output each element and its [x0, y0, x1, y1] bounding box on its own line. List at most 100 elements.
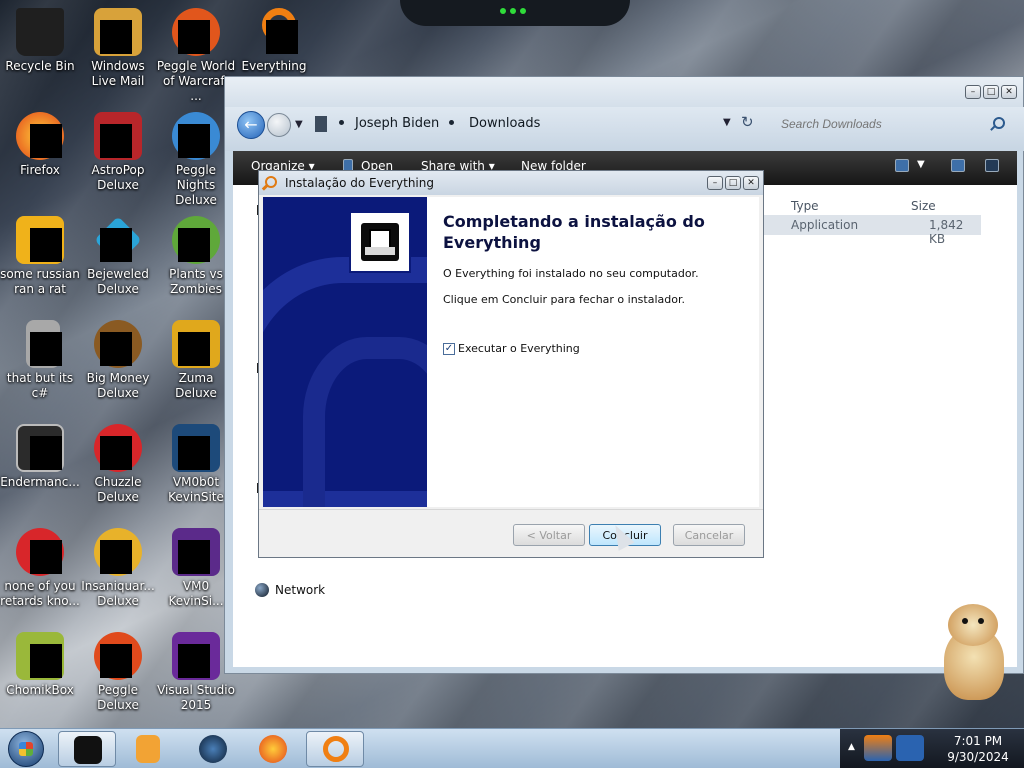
view-dropdown-icon[interactable]: ▼: [917, 159, 925, 170]
desktop-icon-endermanc[interactable]: Endermanc...: [0, 424, 80, 490]
desktop-icon-label: Recycle Bin: [5, 59, 75, 73]
minimize-button[interactable]: –: [707, 176, 723, 190]
close-button[interactable]: ✕: [1001, 85, 1017, 99]
desktop-icon-label: Peggle Deluxe: [97, 683, 139, 712]
preview-pane-icon[interactable]: [951, 159, 965, 172]
taskbar-item-network[interactable]: [184, 731, 242, 767]
window-controls: – □ ✕: [707, 176, 759, 190]
desktop-icon-label: Bejeweled Deluxe: [87, 267, 149, 296]
everything-magnifier-icon: [265, 176, 277, 188]
desktop-icon-label: that but its c#: [6, 371, 74, 400]
refresh-icon[interactable]: ↻: [741, 113, 754, 131]
copy-icon: [16, 320, 64, 368]
file-size: 1,842 KB: [929, 218, 964, 246]
desktop-icon-windows-live-mail[interactable]: Windows Live Mail: [78, 8, 158, 89]
hamster-gadget[interactable]: [938, 604, 1010, 700]
view-icon[interactable]: [895, 159, 909, 172]
desktop-icon-firefox[interactable]: Firefox: [0, 112, 80, 178]
column-header-type[interactable]: Type: [791, 199, 819, 213]
setup-title-bar[interactable]: Instalação do Everything – □ ✕: [259, 171, 763, 195]
desktop-icon-bejeweled[interactable]: Bejeweled Deluxe: [78, 216, 158, 297]
desktop-icon-label: some russian ran a rat: [0, 267, 80, 296]
minimize-button[interactable]: –: [965, 85, 981, 99]
search-icon[interactable]: [993, 117, 1005, 129]
help-icon[interactable]: [985, 159, 999, 172]
desktop-icon-some-russian[interactable]: some russian ran a rat: [0, 216, 80, 297]
maximize-button[interactable]: □: [725, 176, 741, 190]
desktop-icon-chuzzle[interactable]: Chuzzle Deluxe: [78, 424, 158, 505]
console-icon: [16, 424, 64, 472]
desktop-icon-none-of-you[interactable]: none of you retards kno...: [0, 528, 80, 609]
maximize-button[interactable]: □: [983, 85, 999, 99]
clock[interactable]: 7:01 PM 9/30/2024: [936, 733, 1020, 765]
breadcrumb-downloads[interactable]: Downloads: [469, 116, 540, 131]
desktop-icon-label: Windows Live Mail: [91, 59, 145, 88]
monitor-icon: [172, 424, 220, 472]
desktop-icon-label: Visual Studio 2015: [157, 683, 235, 712]
led-icon: [510, 8, 516, 14]
desktop-icon-label: Chuzzle Deluxe: [94, 475, 142, 504]
windows-logo-icon: [19, 742, 33, 756]
zuma-icon: [172, 320, 220, 368]
peggle-icon: [172, 8, 220, 56]
column-header-size[interactable]: Size: [911, 199, 936, 213]
firefox-icon: [16, 112, 64, 160]
address-bar: ← ▼ Joseph Biden Downloads ▼ ↻: [225, 107, 1024, 151]
checkbox-check-icon[interactable]: ✓: [443, 343, 455, 355]
taskbar-item-player[interactable]: [120, 731, 178, 767]
setup-dialog: Instalação do Everything – □ ✕ Completan…: [258, 170, 764, 558]
setup-footer: < Voltar Concluir Cancelar: [259, 509, 763, 557]
desktop-icon-that-but-its-c[interactable]: that but its c#: [0, 320, 80, 401]
recent-pages-chevron-icon[interactable]: ▼: [295, 119, 303, 130]
close-button[interactable]: ✕: [743, 176, 759, 190]
folder-icon: [315, 116, 327, 132]
desktop-icon-big-money[interactable]: Big Money Deluxe: [78, 320, 158, 401]
clock-time: 7:01 PM: [953, 734, 1003, 748]
back-button[interactable]: ←: [237, 111, 265, 139]
insaniquarium-icon: [94, 528, 142, 576]
desktop-icon-label: Firefox: [20, 163, 60, 177]
taskbar-item-firefox[interactable]: [244, 731, 302, 767]
taskbar: ▲ 7:01 PM 9/30/2024: [0, 728, 1024, 768]
everything-magnifier-icon: [323, 736, 349, 762]
clock-date: 9/30/2024: [947, 750, 1009, 764]
cancel-button[interactable]: Cancelar: [673, 524, 745, 546]
nav-item-network[interactable]: Network: [275, 583, 325, 597]
setup-text-installed: O Everything foi instalado no seu comput…: [443, 267, 699, 280]
taskbar-item-media[interactable]: [58, 731, 116, 767]
desktop-icon-peggle-deluxe[interactable]: Peggle Deluxe: [78, 632, 158, 713]
desktop-icon-label: Endermanc...: [0, 475, 80, 489]
desktop-icon-recycle-bin[interactable]: Recycle Bin: [0, 8, 80, 74]
breadcrumb-separator-icon: [339, 120, 344, 125]
everything-tray-icon[interactable]: [864, 735, 892, 761]
desktop-icon-everything[interactable]: Everything: [234, 8, 314, 74]
network-tray-icon[interactable]: [896, 735, 924, 761]
back-button[interactable]: < Voltar: [513, 524, 585, 546]
bejeweled-icon: [94, 216, 142, 264]
run-everything-checkbox[interactable]: ✓ Executar o Everything: [443, 342, 580, 355]
chomikbox-icon: [16, 632, 64, 680]
start-button[interactable]: [8, 731, 44, 767]
breadcrumb-separator-icon: [449, 120, 454, 125]
breadcrumb-joseph-biden[interactable]: Joseph Biden: [355, 116, 439, 131]
desktop-icon-astropop[interactable]: AstroPop Deluxe: [78, 112, 158, 193]
file-row[interactable]: Application 1,842 KB: [761, 215, 981, 246]
desktop-icon-label: Everything: [241, 59, 307, 73]
peggle-icon: [94, 632, 142, 680]
mail-icon: [94, 8, 142, 56]
show-hidden-icons-button[interactable]: ▲: [848, 742, 855, 752]
setup-text-instructions: Clique em Concluir para fechar o instala…: [443, 293, 685, 306]
window-controls: – □ ✕: [965, 85, 1017, 99]
address-dropdown-icon[interactable]: ▼: [723, 117, 731, 128]
forward-button[interactable]: [267, 113, 291, 137]
desktop-icon-insaniquarium[interactable]: Insaniquar... Deluxe: [78, 528, 158, 609]
recycle-bin-icon: [16, 8, 64, 56]
peggle-nights-icon: [172, 112, 220, 160]
application-icon: [16, 528, 64, 576]
desktop-icon-label: AstroPop Deluxe: [91, 163, 145, 192]
desktop-icon-chomikbox[interactable]: ChomikBox: [0, 632, 80, 698]
taskbar-item-everything-setup[interactable]: [306, 731, 364, 767]
search-input[interactable]: [773, 111, 1013, 137]
explorer-title-bar[interactable]: – □ ✕: [225, 77, 1023, 107]
visual-studio-icon: [172, 632, 220, 680]
